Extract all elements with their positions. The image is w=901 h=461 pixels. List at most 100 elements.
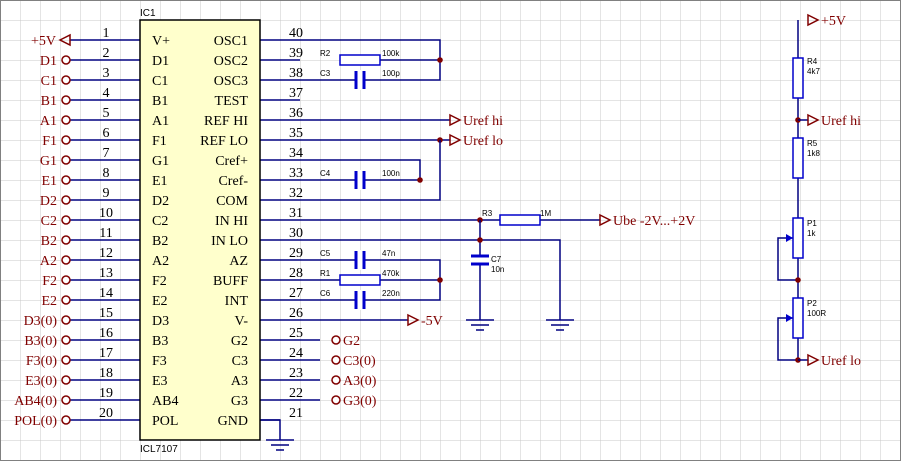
- p1-ref: P1: [807, 219, 817, 228]
- pos5v-port: +5V: [821, 14, 846, 29]
- pin-name: OSC3: [214, 74, 248, 89]
- junction-dot: [417, 177, 423, 183]
- net-port-circle: [331, 335, 341, 345]
- pin-number: 17: [99, 346, 113, 361]
- ic-part-name: ICL7107: [140, 444, 178, 455]
- junction-dot: [437, 57, 443, 63]
- net-port-label: D3(0): [24, 314, 58, 329]
- net-port-circle: [61, 355, 71, 365]
- r2-value: 100k: [382, 49, 400, 58]
- r4-value: 4k7: [807, 67, 820, 76]
- net-port-label: F3(0): [26, 354, 57, 369]
- c7-value: 10n: [491, 265, 504, 274]
- pin-number: 35: [289, 126, 303, 141]
- p2-ref: P2: [807, 299, 817, 308]
- pin-name: D3: [152, 314, 169, 329]
- r3-value: 1M: [540, 209, 551, 218]
- pin-number: 37: [289, 86, 303, 101]
- r1-ref: R1: [320, 269, 331, 278]
- ic-designator: IC1: [140, 8, 156, 19]
- pin-number: 1: [103, 26, 110, 41]
- pin-number: 18: [99, 366, 113, 381]
- net-port-circle: [61, 215, 71, 225]
- uref-lo-port: Uref lo: [463, 134, 503, 149]
- net-port-label: AB4(0): [14, 394, 57, 409]
- pin-number: 27: [289, 286, 303, 301]
- pin-name: A3: [231, 374, 248, 389]
- pin-name: F3: [152, 354, 167, 369]
- net-port-label: B2: [41, 234, 57, 249]
- pin-number: 32: [289, 186, 303, 201]
- net-port-circle: [61, 235, 71, 245]
- pin-number: 14: [99, 286, 113, 301]
- net-port-label: C3(0): [343, 354, 376, 369]
- pin-name: B2: [152, 234, 168, 249]
- c6-ref: C6: [320, 289, 331, 298]
- pin-name: C1: [152, 74, 168, 89]
- net-port-circle: [61, 155, 71, 165]
- pin-name: IN HI: [215, 214, 248, 229]
- schematic-canvas: IC1 ICL7107 1 V+ +5V 2 D1 D1 3 C1 C1 4 B1 B1 5 A1 A1 6 F1 F…: [0, 0, 901, 461]
- pin-number: 39: [289, 46, 303, 61]
- pin-name: G1: [152, 154, 169, 169]
- pin-number: 11: [99, 226, 112, 241]
- pin-number: 26: [289, 306, 303, 321]
- pin-number: 3: [103, 66, 110, 81]
- pin-name: TEST: [215, 94, 249, 109]
- net-port-label: D1: [40, 54, 57, 69]
- net-port-label: G1: [40, 154, 57, 169]
- net-port-label: E2: [41, 294, 57, 309]
- net-port-label: B3(0): [24, 334, 57, 349]
- pin-number: 15: [99, 306, 113, 321]
- r3-ref: R3: [482, 209, 493, 218]
- pin-name: GND: [218, 414, 248, 429]
- net-port-circle: [61, 335, 71, 345]
- net-port-label: F1: [42, 134, 57, 149]
- uref-lo-right-port: Uref lo: [821, 354, 861, 369]
- p1-value: 1k: [807, 229, 816, 238]
- pin-name: REF HI: [204, 114, 248, 129]
- pin-number: 4: [103, 86, 110, 101]
- pin-number: 2: [103, 46, 110, 61]
- net-port-label: B1: [41, 94, 57, 109]
- pin-name: B3: [152, 334, 168, 349]
- ube-port: Ube -2V...+2V: [613, 214, 695, 229]
- pin-name: POL: [152, 414, 178, 429]
- pin-name: Cref-: [218, 174, 248, 189]
- pin-number: 24: [289, 346, 303, 361]
- pin-name: D1: [152, 54, 169, 69]
- pin-name: Cref+: [215, 154, 248, 169]
- c5-ref: C5: [320, 249, 331, 258]
- c4-value: 100n: [382, 169, 400, 178]
- net-port-label: E1: [41, 174, 57, 189]
- pin-number: 16: [99, 326, 113, 341]
- pin-name: G2: [231, 334, 248, 349]
- net-port-label: A2: [40, 254, 57, 269]
- net-port-label: A3(0): [343, 374, 377, 389]
- c7-ref: C7: [491, 255, 502, 264]
- pin-name: A2: [152, 254, 169, 269]
- junction-dot: [437, 277, 443, 283]
- net-port-circle: [331, 395, 341, 405]
- pin-number: 29: [289, 246, 303, 261]
- pin-number: 13: [99, 266, 113, 281]
- c4-ref: C4: [320, 169, 331, 178]
- pin-name: OSC2: [214, 54, 248, 69]
- pin-number: 36: [289, 106, 303, 121]
- pin-name: B1: [152, 94, 168, 109]
- pin-number: 8: [103, 166, 110, 181]
- junction-dot: [795, 277, 801, 283]
- pin-number: 30: [289, 226, 303, 241]
- pin-number: 5: [103, 106, 110, 121]
- net-port-circle: [61, 415, 71, 425]
- pin-name: INT: [225, 294, 249, 309]
- net-port-circle: [61, 195, 71, 205]
- r1-value: 470k: [382, 269, 400, 278]
- net-port-circle: [331, 375, 341, 385]
- net-port-label: D2: [40, 194, 57, 209]
- pin-name: V+: [152, 34, 170, 49]
- net-port-label: G3(0): [343, 394, 377, 409]
- net-port-circle: [61, 375, 71, 385]
- pin-number: 10: [99, 206, 113, 221]
- resistor-body: [792, 137, 804, 179]
